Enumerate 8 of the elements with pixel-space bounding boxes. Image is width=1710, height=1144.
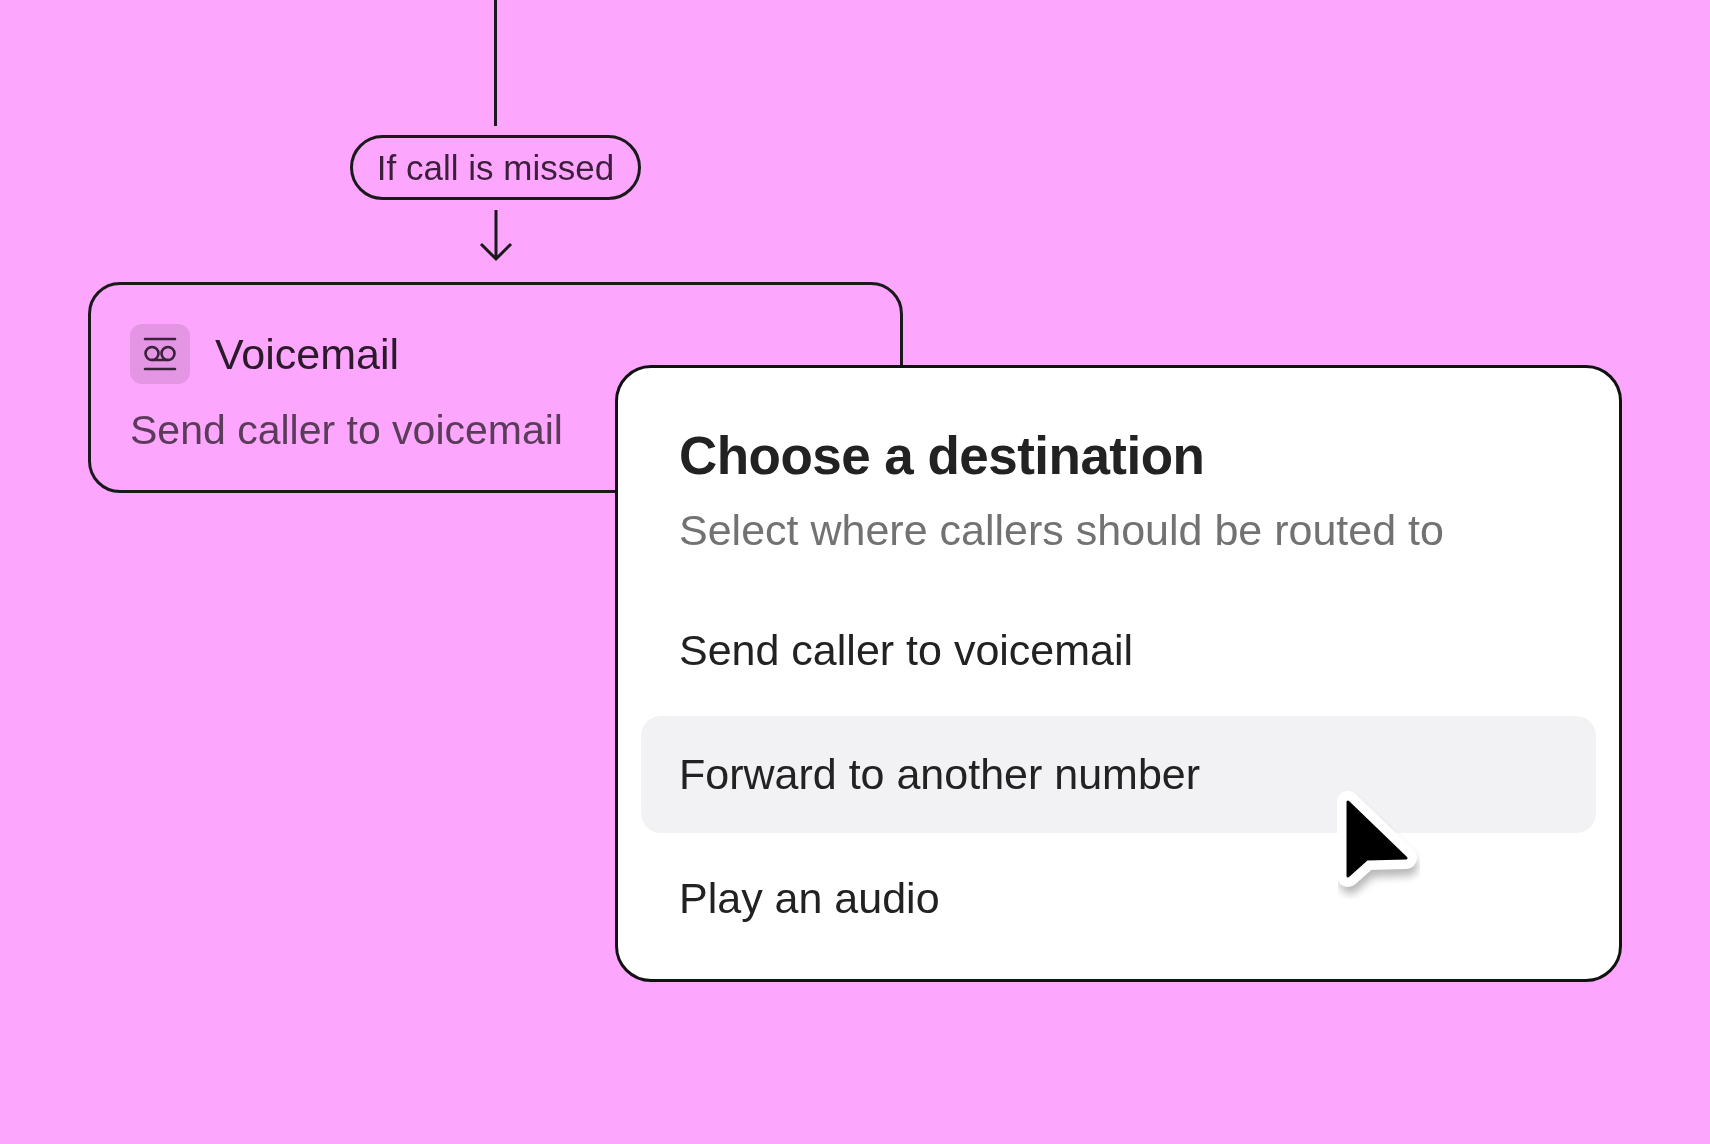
voicemail-icon: [130, 324, 190, 384]
node-description: Send caller to voicemail: [130, 406, 563, 455]
node-title: Voicemail: [215, 332, 400, 376]
menu-option[interactable]: Forward to another number: [641, 716, 1596, 834]
dialog-subtitle: Select where callers should be routed to: [679, 504, 1444, 556]
condition-tag: If call is missed: [349, 135, 642, 200]
dialog-title: Choose a destination: [679, 425, 1205, 487]
connector-arrow: [478, 210, 513, 262]
